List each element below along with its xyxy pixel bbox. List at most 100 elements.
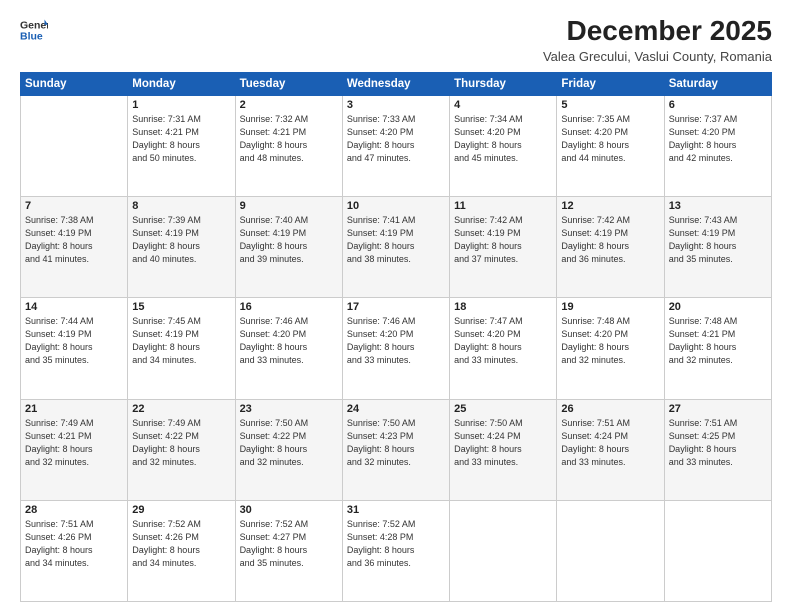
table-row: 16 Sunrise: 7:46 AM Sunset: 4:20 PM Dayli… [235,298,342,399]
table-row: 6 Sunrise: 7:37 AM Sunset: 4:20 PM Daylig… [664,95,771,196]
col-tuesday: Tuesday [235,72,342,95]
calendar-week-row: 28 Sunrise: 7:51 AM Sunset: 4:26 PM Dayli… [21,500,772,601]
day-number: 6 [669,99,767,111]
day-info: Sunrise: 7:48 AM Sunset: 4:20 PM Dayligh… [561,315,659,367]
day-info: Sunrise: 7:48 AM Sunset: 4:21 PM Dayligh… [669,315,767,367]
table-row: 10 Sunrise: 7:41 AM Sunset: 4:19 PM Dayli… [342,197,449,298]
day-number: 4 [454,99,552,111]
day-info: Sunrise: 7:51 AM Sunset: 4:25 PM Dayligh… [669,417,767,469]
table-row: 22Sunrise: 7:49 AM Sunset: 4:22 PM Dayli… [128,399,235,500]
day-number: 10 [347,200,445,212]
header: General Blue December 2025 Valea Greculu… [20,16,772,64]
day-info: Sunrise: 7:46 AM Sunset: 4:20 PM Dayligh… [240,315,338,367]
table-row: 21 Sunrise: 7:49 AM Sunset: 4:21 PM Dayli… [21,399,128,500]
day-info: Sunrise: 7:39 AM Sunset: 4:19 PM Dayligh… [132,214,230,266]
table-row: 29 Sunrise: 7:52 AM Sunset: 4:26 PM Dayli… [128,500,235,601]
table-row: 14 Sunrise: 7:44 AM Sunset: 4:19 PM Dayli… [21,298,128,399]
day-info: Sunrise: 7:42 AM Sunset: 4:19 PM Dayligh… [454,214,552,266]
day-number: 14 [25,301,123,313]
day-number: 9 [240,200,338,212]
day-info: Sunrise: 7:52 AM Sunset: 4:28 PM Dayligh… [347,518,445,570]
day-number: 1 [132,99,230,111]
day-number: 12 [561,200,659,212]
table-row: 5 Sunrise: 7:35 AM Sunset: 4:20 PM Daylig… [557,95,664,196]
day-info: Sunrise: 7:43 AM Sunset: 4:19 PM Dayligh… [669,214,767,266]
table-row: 30Sunrise: 7:52 AM Sunset: 4:27 PM Dayli… [235,500,342,601]
calendar-week-row: 7 Sunrise: 7:38 AM Sunset: 4:19 PM Daylig… [21,197,772,298]
table-row: 25 Sunrise: 7:50 AM Sunset: 4:24 PM Dayli… [450,399,557,500]
day-number: 27 [669,403,767,415]
logo-icon: General Blue [20,16,48,44]
table-row: 20 Sunrise: 7:48 AM Sunset: 4:21 PM Dayli… [664,298,771,399]
day-number: 7 [25,200,123,212]
svg-text:Blue: Blue [20,31,43,43]
table-row: 4 Sunrise: 7:34 AM Sunset: 4:20 PM Daylig… [450,95,557,196]
day-number: 17 [347,301,445,313]
table-row: 28 Sunrise: 7:51 AM Sunset: 4:26 PM Dayli… [21,500,128,601]
day-info: Sunrise: 7:31 AM Sunset: 4:21 PM Dayligh… [132,113,230,165]
day-info: Sunrise: 7:46 AM Sunset: 4:20 PM Dayligh… [347,315,445,367]
day-info: Sunrise: 7:41 AM Sunset: 4:19 PM Dayligh… [347,214,445,266]
table-row [557,500,664,601]
day-info: Sunrise: 7:51 AM Sunset: 4:26 PM Dayligh… [25,518,123,570]
table-row: 23 Sunrise: 7:50 AM Sunset: 4:22 PM Dayli… [235,399,342,500]
day-info: Sunrise: 7:32 AM Sunset: 4:21 PM Dayligh… [240,113,338,165]
col-monday: Monday [128,72,235,95]
day-number: 23 [240,403,338,415]
day-number: 28 [25,504,123,516]
day-number: 19 [561,301,659,313]
col-thursday: Thursday [450,72,557,95]
day-info: Sunrise: 7:38 AM Sunset: 4:19 PM Dayligh… [25,214,123,266]
day-info: Sunrise: 7:33 AM Sunset: 4:20 PM Dayligh… [347,113,445,165]
table-row: 1 Sunrise: 7:31 AM Sunset: 4:21 PM Daylig… [128,95,235,196]
day-info: Sunrise: 7:50 AM Sunset: 4:22 PM Dayligh… [240,417,338,469]
table-row: 2 Sunrise: 7:32 AM Sunset: 4:21 PM Daylig… [235,95,342,196]
day-info: Sunrise: 7:45 AM Sunset: 4:19 PM Dayligh… [132,315,230,367]
subtitle: Valea Grecului, Vaslui County, Romania [543,49,772,64]
day-info: Sunrise: 7:49 AM Sunset: 4:21 PM Dayligh… [25,417,123,469]
table-row: 11 Sunrise: 7:42 AM Sunset: 4:19 PM Dayli… [450,197,557,298]
col-friday: Friday [557,72,664,95]
svg-text:General: General [20,19,48,31]
day-number: 26 [561,403,659,415]
table-row: 27 Sunrise: 7:51 AM Sunset: 4:25 PM Dayli… [664,399,771,500]
day-number: 21 [25,403,123,415]
day-info: Sunrise: 7:34 AM Sunset: 4:20 PM Dayligh… [454,113,552,165]
table-row: 26Sunrise: 7:51 AM Sunset: 4:24 PM Dayli… [557,399,664,500]
table-row: 9 Sunrise: 7:40 AM Sunset: 4:19 PM Daylig… [235,197,342,298]
day-info: Sunrise: 7:52 AM Sunset: 4:26 PM Dayligh… [132,518,230,570]
day-info: Sunrise: 7:40 AM Sunset: 4:19 PM Dayligh… [240,214,338,266]
calendar-week-row: 14 Sunrise: 7:44 AM Sunset: 4:19 PM Dayli… [21,298,772,399]
day-number: 25 [454,403,552,415]
table-row: 19 Sunrise: 7:48 AM Sunset: 4:20 PM Dayli… [557,298,664,399]
day-info: Sunrise: 7:47 AM Sunset: 4:20 PM Dayligh… [454,315,552,367]
day-number: 15 [132,301,230,313]
col-wednesday: Wednesday [342,72,449,95]
day-number: 20 [669,301,767,313]
calendar-week-row: 1 Sunrise: 7:31 AM Sunset: 4:21 PM Daylig… [21,95,772,196]
day-number: 29 [132,504,230,516]
table-row: 3 Sunrise: 7:33 AM Sunset: 4:20 PM Daylig… [342,95,449,196]
day-info: Sunrise: 7:42 AM Sunset: 4:19 PM Dayligh… [561,214,659,266]
day-number: 13 [669,200,767,212]
day-number: 5 [561,99,659,111]
day-number: 8 [132,200,230,212]
day-number: 2 [240,99,338,111]
day-info: Sunrise: 7:52 AM Sunset: 4:27 PM Dayligh… [240,518,338,570]
day-info: Sunrise: 7:37 AM Sunset: 4:20 PM Dayligh… [669,113,767,165]
day-info: Sunrise: 7:50 AM Sunset: 4:23 PM Dayligh… [347,417,445,469]
day-number: 3 [347,99,445,111]
table-row: 31 Sunrise: 7:52 AM Sunset: 4:28 PM Dayli… [342,500,449,601]
col-saturday: Saturday [664,72,771,95]
title-block: December 2025 Valea Grecului, Vaslui Cou… [543,16,772,64]
day-info: Sunrise: 7:44 AM Sunset: 4:19 PM Dayligh… [25,315,123,367]
day-info: Sunrise: 7:50 AM Sunset: 4:24 PM Dayligh… [454,417,552,469]
day-info: Sunrise: 7:35 AM Sunset: 4:20 PM Dayligh… [561,113,659,165]
table-row [664,500,771,601]
day-number: 16 [240,301,338,313]
day-number: 11 [454,200,552,212]
calendar-header-row: Sunday Monday Tuesday Wednesday Thursday… [21,72,772,95]
day-number: 31 [347,504,445,516]
table-row: 13 Sunrise: 7:43 AM Sunset: 4:19 PM Dayli… [664,197,771,298]
table-row: 7 Sunrise: 7:38 AM Sunset: 4:19 PM Daylig… [21,197,128,298]
